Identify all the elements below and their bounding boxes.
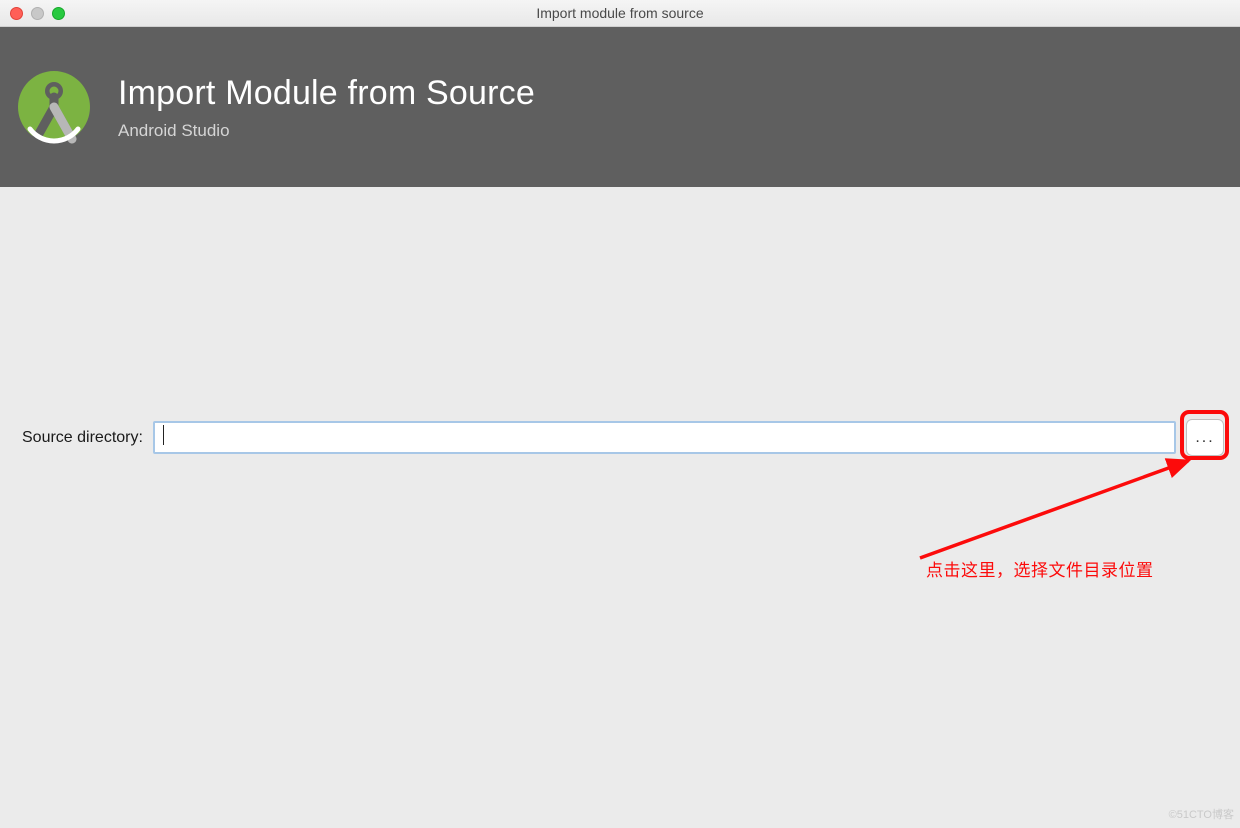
- source-directory-label: Source directory:: [22, 429, 143, 447]
- header-banner: Import Module from Source Android Studio: [0, 27, 1240, 187]
- window-controls: [0, 7, 65, 20]
- header-text: Import Module from Source Android Studio: [118, 74, 535, 141]
- titlebar: Import module from source: [0, 0, 1240, 27]
- close-icon[interactable]: [10, 7, 23, 20]
- minimize-icon[interactable]: [31, 7, 44, 20]
- form-row: Source directory: ...: [0, 187, 1240, 456]
- browse-button[interactable]: ...: [1186, 419, 1224, 456]
- annotation-text: 点击这里，选择文件目录位置: [926, 556, 1154, 581]
- ellipsis-icon: ...: [1195, 429, 1214, 447]
- source-directory-input[interactable]: [153, 421, 1176, 454]
- window-title: Import module from source: [0, 5, 1240, 21]
- android-studio-icon: [16, 69, 92, 145]
- page-subtitle: Android Studio: [118, 121, 535, 141]
- watermark: ©51CTO博客: [1169, 806, 1234, 822]
- page-title: Import Module from Source: [118, 74, 535, 113]
- annotation-arrow-icon: [860, 455, 1200, 575]
- zoom-icon[interactable]: [52, 7, 65, 20]
